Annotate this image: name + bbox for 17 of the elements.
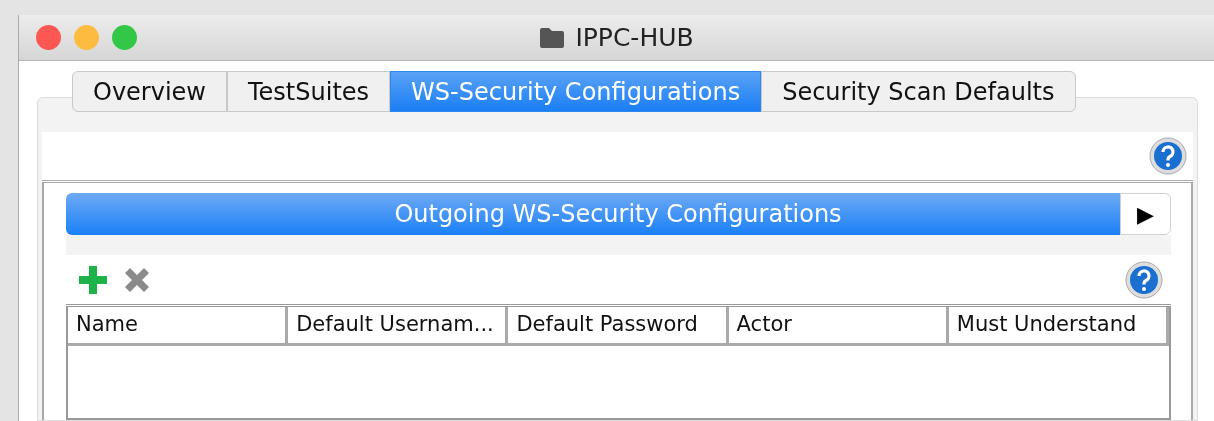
zoom-button[interactable] bbox=[112, 25, 137, 50]
column-header[interactable]: Actor bbox=[728, 307, 949, 346]
close-button[interactable] bbox=[36, 25, 61, 50]
tab[interactable]: TestSuites bbox=[227, 71, 391, 112]
section-header: Outgoing WS-Security Configurations bbox=[66, 193, 1120, 235]
add-button[interactable] bbox=[78, 264, 108, 295]
column-header[interactable]: Default Password bbox=[508, 307, 729, 346]
window-title: IPPC-HUB bbox=[575, 21, 694, 54]
tab[interactable]: Overview bbox=[72, 71, 227, 112]
expand-button[interactable]: ▶ bbox=[1120, 193, 1171, 235]
tab[interactable]: Security Scan Defaults bbox=[761, 71, 1076, 112]
help-icon[interactable] bbox=[1149, 137, 1187, 175]
column-header[interactable]: Must Understand bbox=[948, 307, 1169, 346]
help-icon[interactable] bbox=[1125, 260, 1163, 299]
folder-icon bbox=[539, 26, 566, 49]
column-header[interactable]: Name bbox=[68, 307, 289, 346]
column-header[interactable]: Default Usernam... bbox=[288, 307, 509, 346]
